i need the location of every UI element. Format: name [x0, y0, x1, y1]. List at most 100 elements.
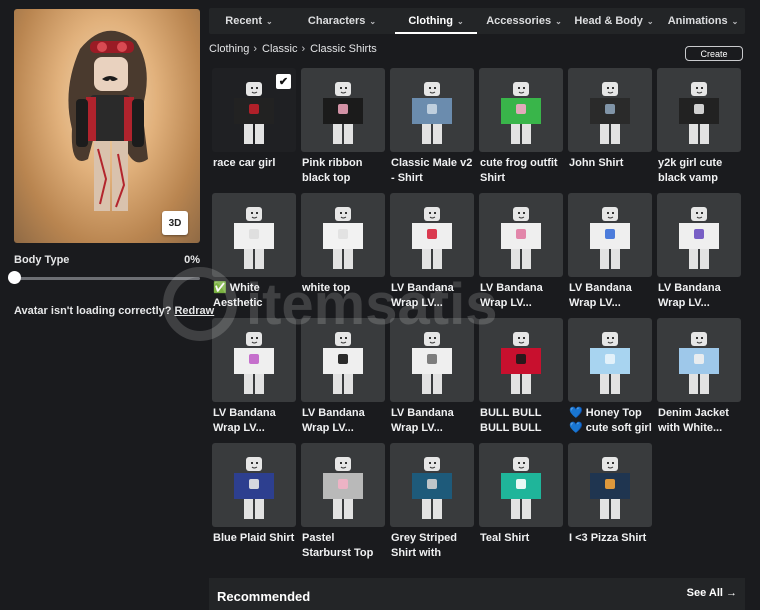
- shirt-figure: [590, 207, 630, 269]
- item-thumbnail[interactable]: [657, 318, 741, 402]
- shirt-figure: [679, 82, 719, 144]
- breadcrumb: Clothing › Classic › Classic Shirts: [209, 43, 377, 55]
- item-thumbnail[interactable]: [390, 318, 474, 402]
- redraw-link[interactable]: Redraw: [174, 305, 214, 317]
- tab-label: Clothing: [408, 15, 453, 27]
- item-name: y2k girl cute black vamp em...: [658, 157, 723, 184]
- shirt-figure: [234, 207, 274, 269]
- item-thumbnail[interactable]: [301, 68, 385, 152]
- item-name: LV Bandana Wrap LV...: [391, 282, 454, 309]
- item-thumbnail[interactable]: [479, 68, 563, 152]
- item-name: Grey Striped Shirt with Deni...: [391, 532, 458, 559]
- tab-accessories[interactable]: Accessories ⌄: [479, 8, 569, 34]
- item-thumbnail[interactable]: [479, 193, 563, 277]
- item-thumbnail[interactable]: [212, 318, 296, 402]
- item-name: Denim Jacket with White...: [658, 407, 729, 434]
- shirt-figure: [412, 207, 452, 269]
- body-type-slider-track[interactable]: [14, 277, 200, 280]
- body-type-label: Body Type: [14, 254, 70, 266]
- tab-label: Animations: [667, 15, 728, 27]
- checkmark-icon[interactable]: ✔: [276, 74, 291, 89]
- item-thumbnail[interactable]: [568, 318, 652, 402]
- shirt-figure: [501, 82, 541, 144]
- body-type-slider-thumb[interactable]: [8, 271, 21, 284]
- loading-help-text: Avatar isn't loading correctly?: [14, 305, 172, 317]
- tab-head-body[interactable]: Head & Body ⌄: [569, 8, 659, 34]
- recommended-title: Recommended: [217, 589, 311, 604]
- chevron-right-icon: ›: [253, 43, 258, 55]
- item-name: LV Bandana Wrap LV...: [569, 282, 632, 309]
- view-3d-button[interactable]: 3D: [162, 211, 188, 235]
- item-thumbnail[interactable]: [390, 443, 474, 527]
- item-name: Classic Male v2 - Shirt: [391, 157, 473, 184]
- breadcrumb-classic[interactable]: Classic: [262, 43, 297, 55]
- chevron-down-icon: ⌄: [369, 16, 377, 26]
- tab-label: Recent: [225, 15, 262, 27]
- shirt-figure: [501, 457, 541, 519]
- item-thumbnail[interactable]: [301, 318, 385, 402]
- item-name: BULL BULL BULL BULL BULL BU...: [480, 407, 542, 434]
- item-name: Pink ribbon black top: [302, 157, 363, 184]
- arrow-right-icon: →: [726, 587, 737, 599]
- item-thumbnail[interactable]: [212, 193, 296, 277]
- item-name: Blue Plaid Shirt: [213, 532, 295, 544]
- item-name: I <3 Pizza Shirt: [569, 532, 647, 544]
- item-name: LV Bandana Wrap LV...: [302, 407, 365, 434]
- shirt-figure: [679, 332, 719, 394]
- create-button[interactable]: Create: [685, 46, 743, 61]
- item-name: Teal Shirt: [480, 532, 530, 544]
- item-thumbnail[interactable]: [657, 68, 741, 152]
- breadcrumb-clothing[interactable]: Clothing: [209, 43, 249, 55]
- shirt-figure: [412, 82, 452, 144]
- tab-label: Characters: [307, 15, 366, 27]
- shirt-figure: [412, 457, 452, 519]
- shirt-figure: [679, 207, 719, 269]
- shirt-figure: [590, 457, 630, 519]
- chevron-down-icon: ⌄: [555, 16, 562, 26]
- shirt-figure: [501, 332, 541, 394]
- avatar-preview[interactable]: 3D: [14, 9, 200, 243]
- item-thumbnail[interactable]: [657, 193, 741, 277]
- shirt-figure: [323, 332, 363, 394]
- tab-animations[interactable]: Animations ⌄: [661, 8, 745, 34]
- item-thumbnail[interactable]: [390, 68, 474, 152]
- avatar-figure: [68, 30, 148, 211]
- loading-help: Avatar isn't loading correctly? Redraw: [14, 305, 214, 317]
- chevron-right-icon: ›: [301, 43, 306, 55]
- shirt-figure: [590, 332, 630, 394]
- item-name: LV Bandana Wrap LV...: [658, 282, 721, 309]
- item-name: LV Bandana Wrap LV...: [480, 282, 543, 309]
- chevron-down-icon: ⌄: [265, 16, 273, 26]
- item-thumbnail[interactable]: [568, 193, 652, 277]
- item-name: 💙 Honey Top 💙 cute soft girl y...: [569, 407, 652, 434]
- item-thumbnail[interactable]: [568, 443, 652, 527]
- tab-recent[interactable]: Recent ⌄: [209, 8, 289, 34]
- shirt-figure: [234, 332, 274, 394]
- item-thumbnail[interactable]: [212, 443, 296, 527]
- item-name: LV Bandana Wrap LV...: [213, 407, 276, 434]
- item-thumbnail[interactable]: [390, 193, 474, 277]
- item-thumbnail[interactable]: [301, 443, 385, 527]
- shirt-figure: [501, 207, 541, 269]
- item-name: ✅ White Aesthetic Cute...: [213, 282, 263, 309]
- tab-characters[interactable]: Characters ⌄: [291, 8, 393, 34]
- item-thumbnail[interactable]: [479, 318, 563, 402]
- item-thumbnail[interactable]: [568, 68, 652, 152]
- shirt-figure: [234, 457, 274, 519]
- breadcrumb-classic-shirts: Classic Shirts: [310, 43, 377, 55]
- item-name: LV Bandana Wrap LV...: [391, 407, 454, 434]
- chevron-down-icon: ⌄: [646, 16, 654, 26]
- recommended-section: Recommended See All →: [209, 578, 745, 610]
- shirt-figure: [590, 82, 630, 144]
- shirt-figure: [323, 207, 363, 269]
- item-thumbnail[interactable]: [301, 193, 385, 277]
- see-all-link[interactable]: See All →: [687, 587, 737, 599]
- item-name: Pastel Starburst Top with Gray...: [302, 532, 374, 559]
- tab-label: Head & Body: [574, 15, 643, 27]
- shirt-figure: [412, 332, 452, 394]
- tab-label: Accessories: [486, 15, 552, 27]
- see-all-label: See All: [686, 587, 723, 599]
- tab-clothing[interactable]: Clothing ⌄: [395, 8, 477, 34]
- item-name: John Shirt: [569, 157, 624, 169]
- item-thumbnail[interactable]: [479, 443, 563, 527]
